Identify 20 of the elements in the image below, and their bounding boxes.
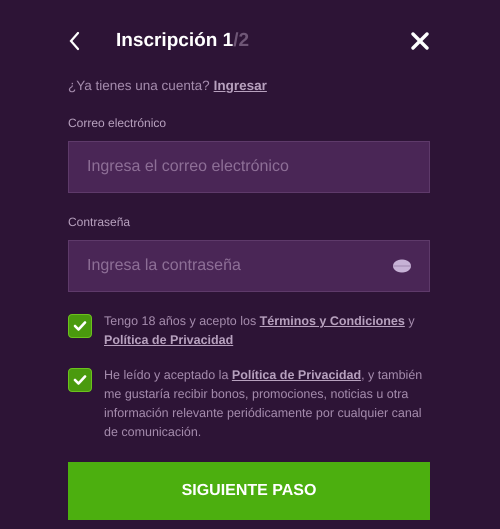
policy-link[interactable]: Política de Privacidad <box>104 333 234 348</box>
close-icon <box>410 31 430 51</box>
consent-text: He leído y aceptado la Política de Privacidad, y también me gustaría recibir bonos, promociones, noticias u otra información relevante periódicamente por cualquier canal de comunicación. <box>104 367 424 442</box>
checkbox[interactable] <box>68 314 92 338</box>
field-label: Correo electrónico <box>68 115 168 132</box>
login-prompt: ¿Ya tienes una cuenta? <box>68 77 210 95</box>
password-field[interactable]: Ingresa la contraseña <box>68 240 430 292</box>
consent-text: Tengo 18 años y acepto los Términos y Condiciones y Política de Privacidad <box>104 313 416 350</box>
checkbox[interactable] <box>68 368 92 392</box>
close-button[interactable] <box>410 31 430 51</box>
eye-icon[interactable] <box>392 259 412 274</box>
field-label: Contraseña <box>68 214 132 232</box>
email-field[interactable]: Ingresa el correo electrónico <box>68 141 430 194</box>
login-link[interactable]: Ingresar <box>214 76 267 96</box>
page-title: Inscripción 1/2 <box>116 28 250 53</box>
chevron-left-icon <box>68 31 80 51</box>
check-icon <box>73 374 87 386</box>
policy-link[interactable]: Política de Privacidad <box>232 368 362 382</box>
check-icon <box>73 320 87 332</box>
policy-link[interactable]: Términos y Condiciones <box>260 314 405 328</box>
